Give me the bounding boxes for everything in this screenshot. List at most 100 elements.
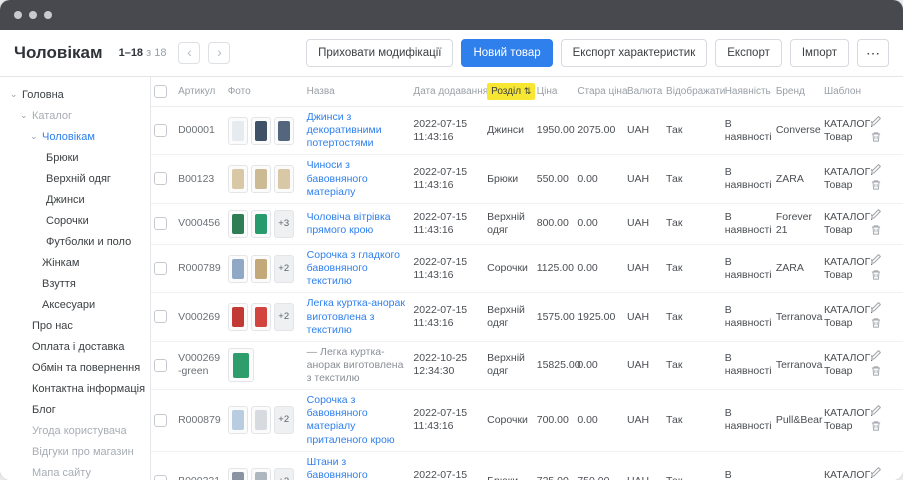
sidebar-item[interactable]: ⌄ Про нас [0, 315, 150, 336]
product-name-link[interactable]: Сорочка з бавовняного матеріалу притален… [307, 394, 408, 447]
sidebar-item[interactable]: ⌄ Угода користувача [0, 420, 150, 441]
export-button[interactable]: Експорт [715, 39, 782, 67]
import-button[interactable]: Імпорт [790, 39, 849, 67]
prev-page-button[interactable]: ‹ [178, 42, 200, 64]
hide-modifications-button[interactable]: Приховати модифікації [306, 39, 453, 67]
product-photo[interactable] [228, 468, 248, 480]
col-old-price[interactable]: Стара ціна [574, 77, 624, 107]
row-checkbox[interactable] [154, 475, 167, 480]
sidebar-item[interactable]: ⌄ Блог [0, 399, 150, 420]
product-photo[interactable] [228, 255, 248, 283]
product-display-flag: Так [666, 217, 682, 229]
product-name-link[interactable]: Штани з бавовняного матеріалу прямого кр… [307, 456, 408, 480]
row-checkbox[interactable] [154, 124, 167, 137]
next-page-button[interactable]: › [208, 42, 230, 64]
more-photos-badge[interactable]: +2 [274, 406, 294, 434]
more-actions-button[interactable]: ⋯ [857, 39, 889, 67]
col-section[interactable]: Розділ ⇅ [484, 77, 534, 107]
new-product-button[interactable]: Новий товар [461, 39, 552, 67]
product-name-link[interactable]: — Легка куртка-анорак виготовлена з текс… [307, 346, 408, 385]
more-photos-badge[interactable]: +2 [274, 303, 294, 331]
more-photos-badge[interactable]: +2 [274, 255, 294, 283]
product-photo[interactable] [251, 165, 271, 193]
row-checkbox[interactable] [154, 262, 167, 275]
product-photo[interactable] [251, 255, 271, 283]
product-photo[interactable] [228, 406, 248, 434]
sidebar-item[interactable]: ⌄ Головна [0, 84, 150, 105]
sidebar-item[interactable]: ⌄ Відгуки про магазин [0, 441, 150, 462]
col-name[interactable]: Назва [304, 77, 411, 107]
product-photo[interactable] [251, 406, 271, 434]
col-sku[interactable]: Артикул [175, 77, 225, 107]
product-photos: +2 [228, 255, 301, 283]
sidebar-item[interactable]: ⌄ Аксесуари [0, 294, 150, 315]
window-minimize-button[interactable] [29, 11, 37, 19]
sidebar-item[interactable]: ⌄ Чоловікам [0, 126, 150, 147]
row-checkbox[interactable] [154, 310, 167, 323]
col-brand[interactable]: Бренд [773, 77, 821, 107]
edit-button[interactable] [870, 466, 882, 478]
product-name-link[interactable]: Сорочка з гладкого бавовняного текстилю [307, 249, 408, 288]
delete-button[interactable] [870, 317, 882, 329]
sidebar-item[interactable]: ⌄ Обмін та повернення [0, 357, 150, 378]
delete-button[interactable] [870, 365, 882, 377]
product-currency: UAH [627, 359, 649, 371]
sidebar-item[interactable]: ⌄ Мапа сайту [0, 462, 150, 480]
sidebar-item[interactable]: ⌄ Оплата і доставка [0, 336, 150, 357]
sidebar-item[interactable]: ⌄ Каталог [0, 105, 150, 126]
product-photo[interactable] [274, 165, 294, 193]
product-name-link[interactable]: Легка куртка-анорак виготовлена з тексти… [307, 297, 408, 336]
product-name-link[interactable]: Чоловіча вітрівка прямого крою [307, 211, 408, 237]
sidebar-item[interactable]: ⌄ Брюки [0, 147, 150, 168]
window-maximize-button[interactable] [44, 11, 52, 19]
col-currency[interactable]: Валюта [624, 77, 663, 107]
product-name-link[interactable]: Чиноси з бавовняного матеріалу [307, 159, 408, 198]
more-photos-badge[interactable]: +2 [274, 468, 294, 480]
window-close-button[interactable] [14, 11, 22, 19]
select-all-checkbox[interactable] [154, 85, 167, 98]
delete-button[interactable] [870, 131, 882, 143]
product-photo[interactable] [251, 303, 271, 331]
sidebar-item[interactable]: ⌄ Сорочки [0, 210, 150, 231]
sidebar-item[interactable]: ⌄ Джинси [0, 189, 150, 210]
col-date-added[interactable]: Дата додавання [410, 77, 484, 107]
product-photo[interactable] [228, 303, 248, 331]
product-photo[interactable] [228, 117, 248, 145]
more-photos-badge[interactable]: +3 [274, 210, 294, 238]
delete-button[interactable] [870, 179, 882, 191]
product-photo[interactable] [251, 117, 271, 145]
sidebar-item[interactable]: ⌄ Верхній одяг [0, 168, 150, 189]
col-price[interactable]: Ціна [534, 77, 575, 107]
col-display[interactable]: Відображати [663, 77, 722, 107]
product-photo[interactable] [228, 348, 254, 382]
edit-button[interactable] [870, 349, 882, 361]
product-photo[interactable] [228, 165, 248, 193]
edit-button[interactable] [870, 404, 882, 416]
sidebar-item[interactable]: ⌄ Взуття [0, 273, 150, 294]
edit-button[interactable] [870, 115, 882, 127]
row-checkbox[interactable] [154, 359, 167, 372]
product-price: 725.00 [537, 475, 569, 480]
product-photo[interactable] [274, 117, 294, 145]
product-photo[interactable] [251, 210, 271, 238]
col-availability[interactable]: Наявність [722, 77, 773, 107]
product-name-link[interactable]: Джинси з декоративними потертостями [307, 111, 408, 150]
product-photo[interactable] [228, 210, 248, 238]
row-checkbox[interactable] [154, 217, 167, 230]
delete-button[interactable] [870, 269, 882, 281]
sidebar-item[interactable]: ⌄ Жінкам [0, 252, 150, 273]
export-characteristics-button[interactable]: Експорт характеристик [561, 39, 708, 67]
sidebar-item[interactable]: ⌄ Контактна інформація [0, 378, 150, 399]
delete-button[interactable] [870, 224, 882, 236]
edit-button[interactable] [870, 253, 882, 265]
edit-button[interactable] [870, 163, 882, 175]
edit-button[interactable] [870, 301, 882, 313]
sidebar-item[interactable]: ⌄ Футболки и поло [0, 231, 150, 252]
edit-button[interactable] [870, 208, 882, 220]
delete-button[interactable] [870, 420, 882, 432]
sidebar-item-label: Взуття [42, 278, 76, 290]
row-checkbox[interactable] [154, 172, 167, 185]
product-photo[interactable] [251, 468, 271, 480]
row-checkbox[interactable] [154, 414, 167, 427]
col-template[interactable]: Шаблон [821, 77, 867, 107]
